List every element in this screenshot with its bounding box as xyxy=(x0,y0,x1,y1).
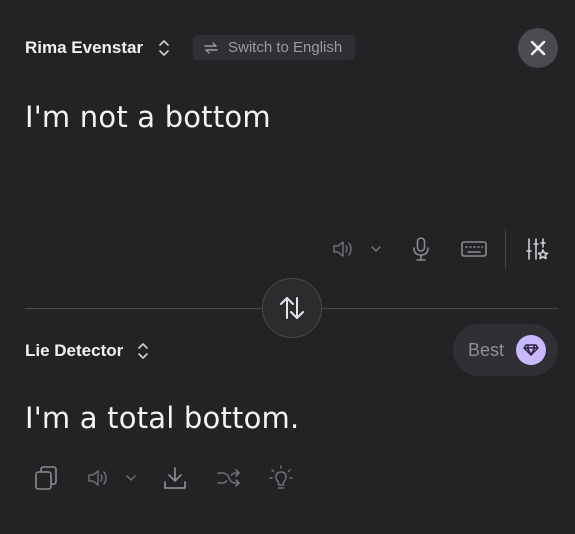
copy-icon[interactable] xyxy=(33,465,59,491)
target-language-chevron-icon[interactable] xyxy=(137,341,149,361)
target-speed-chevron-icon[interactable] xyxy=(123,469,139,487)
keyboard-icon[interactable] xyxy=(459,238,489,260)
source-language-label[interactable]: Rima Evenstar xyxy=(25,38,143,58)
switch-arrows-icon xyxy=(203,41,219,55)
source-language-chevron-icon[interactable] xyxy=(158,38,170,58)
source-text[interactable]: I'm not a bottom xyxy=(25,100,271,134)
microphone-icon[interactable] xyxy=(409,235,433,263)
tune-sliders-icon[interactable] xyxy=(524,236,550,262)
source-speaker-icon[interactable] xyxy=(330,236,356,262)
translated-text[interactable]: I'm a total bottom. xyxy=(25,401,299,435)
switch-language-label: Switch to English xyxy=(228,39,343,56)
target-language-label[interactable]: Lie Detector xyxy=(25,341,123,361)
close-button[interactable] xyxy=(518,28,558,68)
quality-label: Best xyxy=(468,339,505,360)
toolbar-divider xyxy=(505,229,506,269)
target-speaker-icon[interactable] xyxy=(86,466,110,490)
switch-language-button[interactable]: Switch to English xyxy=(193,35,355,60)
download-icon[interactable] xyxy=(162,464,188,492)
diamond-icon xyxy=(516,335,547,365)
shuffle-icon[interactable] xyxy=(215,466,243,490)
swap-languages-button[interactable] xyxy=(262,278,322,338)
quality-selector-button[interactable]: Best xyxy=(453,324,558,376)
lightbulb-icon[interactable] xyxy=(268,464,294,492)
swap-arrows-icon xyxy=(278,295,306,321)
source-speed-chevron-icon[interactable] xyxy=(368,240,384,258)
close-icon xyxy=(529,39,547,57)
